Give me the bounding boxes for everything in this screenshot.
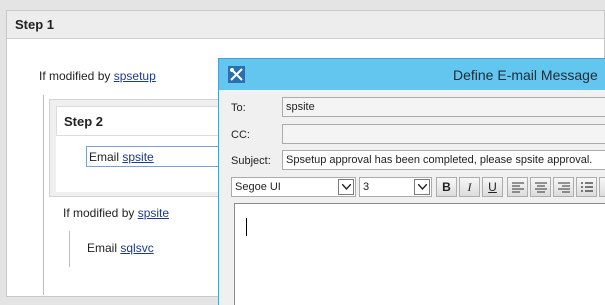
align-left-button[interactable] [507, 177, 528, 197]
step-2-block: Step 2 Email spsite [49, 99, 229, 197]
chevron-down-icon[interactable] [414, 179, 430, 195]
email-action-2-prefix: Email [87, 241, 118, 255]
tools-icon [228, 66, 245, 83]
cc-field[interactable] [282, 124, 605, 144]
align-center-button[interactable] [530, 177, 551, 197]
bullet-list-icon [581, 182, 593, 192]
branch-line-2 [69, 231, 70, 267]
email-action-1-user-link[interactable]: spsite [122, 150, 153, 164]
condition-1-user-link[interactable]: spsetup [114, 69, 156, 83]
bold-button[interactable]: B [436, 177, 457, 197]
font-size-value: 3 [363, 181, 370, 193]
align-right-icon [558, 182, 570, 193]
font-name-value: Segoe UI [235, 181, 281, 193]
email-action-2-user-link[interactable]: sqlsvc [120, 241, 153, 255]
step-1-title[interactable]: Step 1 [7, 11, 604, 39]
step-2-body: Email spsite [56, 136, 226, 192]
to-label: To: [231, 102, 246, 114]
message-body-editor[interactable] [234, 203, 605, 305]
step-2-title[interactable]: Step 2 [56, 106, 226, 136]
condition-1-prefix: If modified by [39, 69, 111, 83]
font-name-select[interactable]: Segoe UI [231, 177, 356, 197]
subject-label: Subject: [231, 155, 271, 167]
condition-1: If modified by spsetup [39, 69, 156, 83]
underline-button[interactable]: U [482, 177, 503, 197]
dialog-titlebar[interactable]: Define E-mail Message [219, 59, 605, 90]
subject-field[interactable]: Spsetup approval has been completed, ple… [282, 150, 605, 170]
dialog-title: Define E-mail Message [453, 67, 598, 83]
format-toolbar: Segoe UI 3 B I U [231, 177, 605, 199]
italic-button[interactable]: I [459, 177, 480, 197]
branch-line [43, 95, 44, 295]
align-center-icon [535, 182, 547, 193]
text-caret [246, 218, 247, 236]
chevron-down-icon[interactable] [338, 179, 354, 195]
bullet-list-button[interactable] [576, 177, 597, 197]
align-right-button[interactable] [553, 177, 574, 197]
email-action-2[interactable]: Email sqlsvc [87, 241, 154, 255]
email-action-1[interactable]: Email spsite [86, 146, 226, 167]
condition-2-prefix: If modified by [63, 206, 135, 220]
email-action-1-prefix: Email [89, 150, 120, 164]
condition-2-user-link[interactable]: spsite [138, 206, 169, 220]
font-size-select[interactable]: 3 [359, 177, 432, 197]
to-field[interactable]: spsite [282, 97, 605, 117]
more-toolbar-button[interactable] [599, 177, 605, 197]
define-email-dialog: Define E-mail Message To: spsite CC: Sub… [218, 58, 605, 305]
cc-label: CC: [231, 129, 250, 141]
condition-2: If modified by spsite [63, 206, 169, 220]
align-left-icon [512, 182, 524, 193]
